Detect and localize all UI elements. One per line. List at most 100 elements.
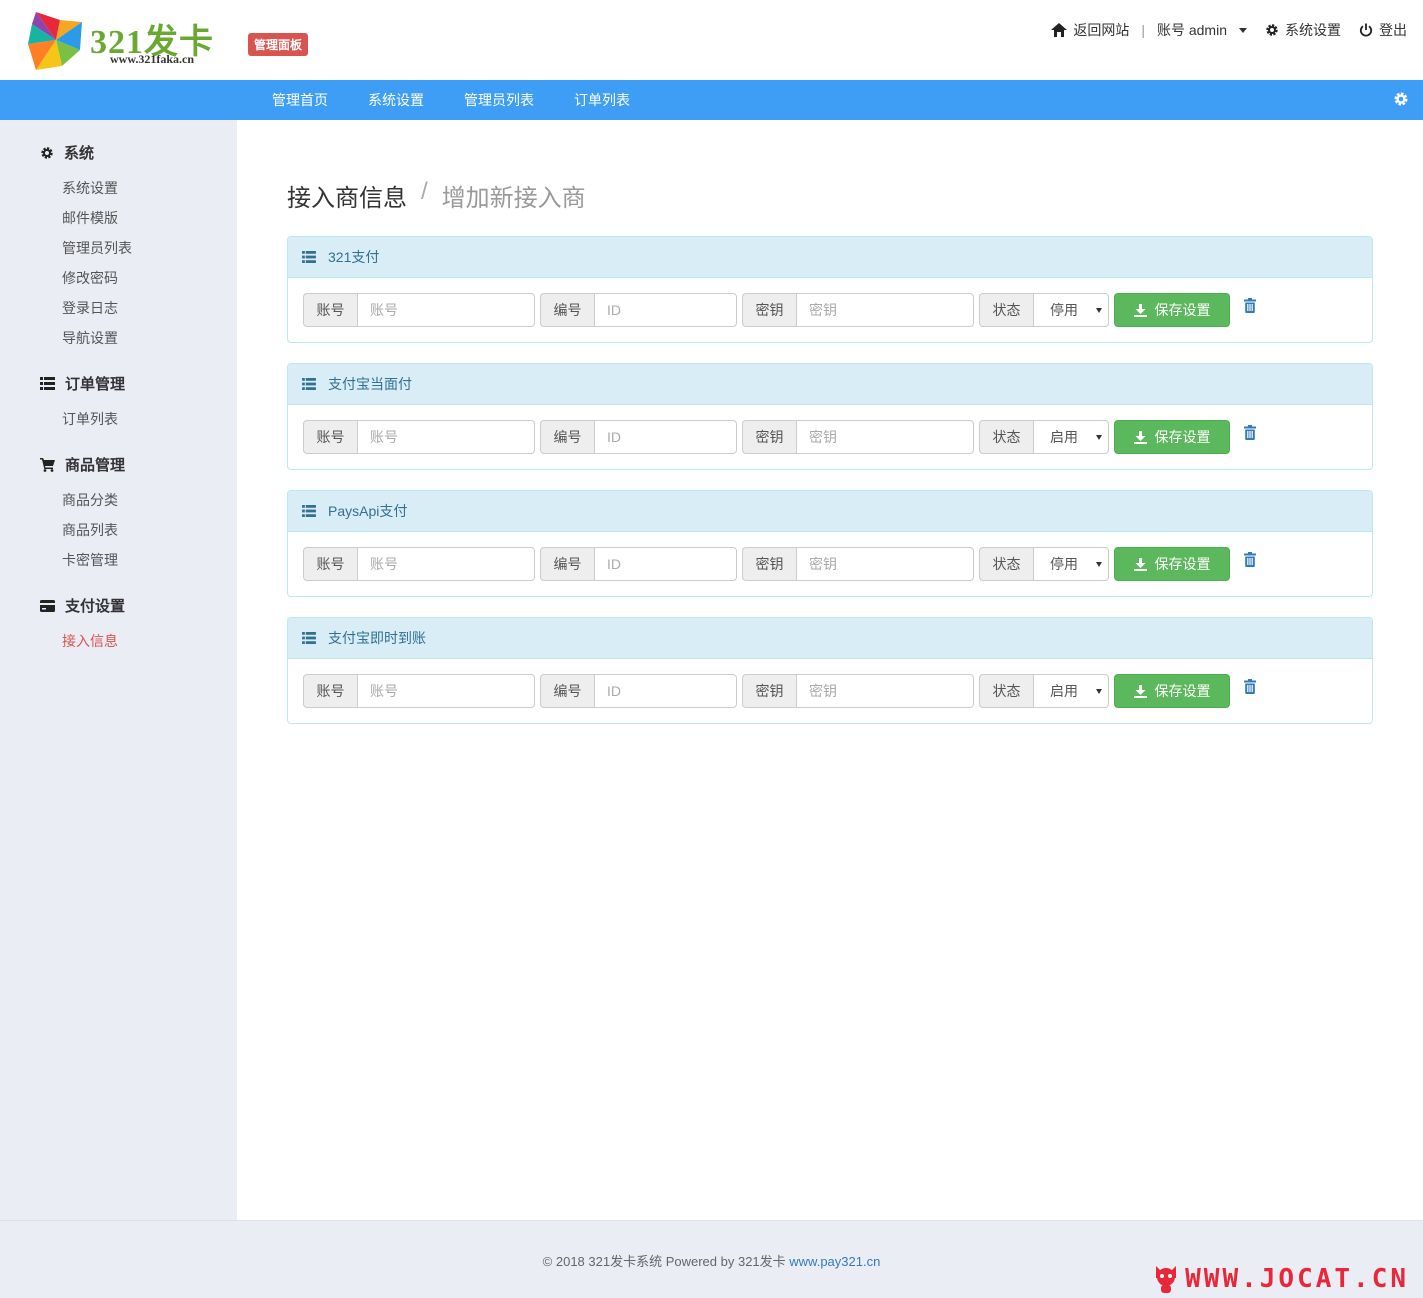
status-value: 启用 [1050, 429, 1078, 445]
key-input[interactable] [796, 547, 974, 581]
menu-system-settings[interactable]: 系统设置 [348, 90, 444, 110]
menubar-settings-button[interactable] [1393, 91, 1409, 110]
page-title: 接入商信息 / 增加新接入商 [287, 178, 586, 213]
id-input[interactable] [594, 674, 737, 708]
select-arrow-icon [1096, 434, 1102, 440]
cat-logo-icon [1156, 1266, 1177, 1293]
menu-admin-home[interactable]: 管理首页 [252, 90, 348, 110]
id-addon: 编号 [540, 293, 594, 327]
sidebar-section-title: 支付设置 [65, 598, 126, 615]
key-addon: 密钥 [742, 674, 796, 708]
status-addon: 状态 [979, 674, 1033, 708]
sidebar-item-nav-settings[interactable]: 导航设置 [62, 328, 118, 348]
sidebar: 系统 系统设置 邮件模版 管理员列表 修改密码 登录日志 导航设置 订单管理 订… [0, 120, 237, 1220]
top-header: 321发卡 www.321faka.cn 管理面板 返回网站 | 账号 admi… [0, 0, 1423, 80]
system-settings-link[interactable]: 系统设置 [1265, 20, 1341, 40]
provider-name: 支付宝当面付 [328, 376, 412, 392]
id-input[interactable] [594, 420, 737, 454]
cart-icon [40, 457, 55, 472]
sidebar-item-access-info[interactable]: 接入信息 [62, 631, 118, 651]
account-input[interactable] [357, 293, 535, 327]
sidebar-item-admin-list[interactable]: 管理员列表 [62, 238, 132, 258]
return-site-label: 返回网站 [1073, 22, 1130, 38]
account-dropdown[interactable]: 账号 admin [1157, 20, 1247, 40]
delete-button[interactable] [1244, 679, 1256, 697]
save-settings-button[interactable]: 保存设置 [1114, 547, 1230, 581]
id-input[interactable] [594, 547, 737, 581]
status-value: 启用 [1050, 683, 1078, 699]
save-settings-button[interactable]: 保存设置 [1114, 674, 1230, 708]
logout-label: 登出 [1379, 22, 1407, 38]
system-settings-label: 系统设置 [1285, 22, 1341, 38]
admin-panel-badge: 管理面板 [248, 33, 309, 56]
main-content: 接入商信息 / 增加新接入商 321支付 账号 编号 [237, 120, 1423, 1220]
account-input[interactable] [357, 420, 535, 454]
account-input[interactable] [357, 547, 535, 581]
key-input[interactable] [796, 674, 974, 708]
status-value: 停用 [1050, 302, 1078, 318]
save-settings-label: 保存设置 [1154, 556, 1211, 572]
status-select[interactable]: 启用 [1033, 420, 1109, 454]
delete-button[interactable] [1244, 298, 1256, 316]
id-field-group: 编号 [540, 674, 737, 708]
provider-panel-header: 321支付 [288, 237, 1372, 278]
gear-icon [41, 146, 53, 159]
provider-form-row: 账号 编号 密钥 状态 停用 [303, 293, 1256, 327]
list-icon [302, 251, 316, 263]
id-field-group: 编号 [540, 547, 737, 581]
logout-link[interactable]: 登出 [1359, 20, 1407, 40]
sidebar-item-login-log[interactable]: 登录日志 [62, 298, 118, 318]
save-settings-button[interactable]: 保存设置 [1114, 420, 1230, 454]
trash-icon [1244, 425, 1256, 440]
list-icon [302, 632, 316, 644]
sidebar-section-products: 商品管理 [40, 454, 125, 475]
key-input[interactable] [796, 293, 974, 327]
save-settings-label: 保存设置 [1154, 302, 1211, 318]
sidebar-section-system: 系统 [40, 142, 94, 163]
trash-icon [1244, 298, 1256, 313]
site-logo[interactable]: 321发卡 www.321faka.cn [26, 10, 226, 72]
sidebar-section-payment: 支付设置 [40, 595, 125, 616]
trash-icon [1244, 552, 1256, 567]
sidebar-item-order-list[interactable]: 订单列表 [62, 409, 118, 429]
menu-admin-list[interactable]: 管理员列表 [444, 90, 554, 110]
status-select[interactable]: 启用 [1033, 674, 1109, 708]
sidebar-section-title: 系统 [64, 145, 95, 162]
provider-panel-header: 支付宝即时到账 [288, 618, 1372, 659]
return-site-link[interactable]: 返回网站 [1051, 20, 1129, 40]
sidebar-item-system-settings[interactable]: 系统设置 [62, 178, 118, 198]
footer-copyright: © 2018 321发卡系统 Powered by 321发卡 [542, 1254, 790, 1269]
status-select[interactable]: 停用 [1033, 547, 1109, 581]
sidebar-item-card-management[interactable]: 卡密管理 [62, 550, 118, 570]
download-icon [1133, 684, 1147, 698]
add-provider-link[interactable]: 增加新接入商 [442, 178, 586, 213]
id-input[interactable] [594, 293, 737, 327]
provider-form-row: 账号 编号 密钥 状态 启用 [303, 674, 1256, 708]
save-settings-button[interactable]: 保存设置 [1114, 293, 1230, 327]
account-field-group: 账号 [303, 674, 535, 708]
key-input[interactable] [796, 420, 974, 454]
delete-button[interactable] [1244, 552, 1256, 570]
id-addon: 编号 [540, 674, 594, 708]
key-field-group: 密钥 [742, 547, 974, 581]
select-arrow-icon [1096, 307, 1102, 313]
credit-card-icon [40, 599, 55, 612]
menu-order-list[interactable]: 订单列表 [554, 90, 650, 110]
menubar-items: 管理首页 系统设置 管理员列表 订单列表 [252, 80, 650, 120]
delete-button[interactable] [1244, 425, 1256, 443]
account-input[interactable] [357, 674, 535, 708]
sidebar-item-email-template[interactable]: 邮件模版 [62, 208, 118, 228]
sidebar-item-product-list[interactable]: 商品列表 [62, 520, 118, 540]
provider-name: 321支付 [328, 249, 380, 265]
footer-link[interactable]: www.pay321.cn [789, 1254, 880, 1269]
provider-panel: 321支付 账号 编号 密钥 状态 停用 [287, 236, 1373, 343]
status-select[interactable]: 停用 [1033, 293, 1109, 327]
provider-name: PaysApi支付 [328, 503, 408, 519]
id-addon: 编号 [540, 420, 594, 454]
list-icon [302, 505, 316, 517]
status-field-group: 状态 停用 [979, 547, 1109, 581]
logo-subtitle: www.321faka.cn [110, 52, 195, 66]
sidebar-item-product-category[interactable]: 商品分类 [62, 490, 118, 510]
sidebar-item-change-password[interactable]: 修改密码 [62, 268, 118, 288]
provider-form-row: 账号 编号 密钥 状态 启用 [303, 420, 1256, 454]
